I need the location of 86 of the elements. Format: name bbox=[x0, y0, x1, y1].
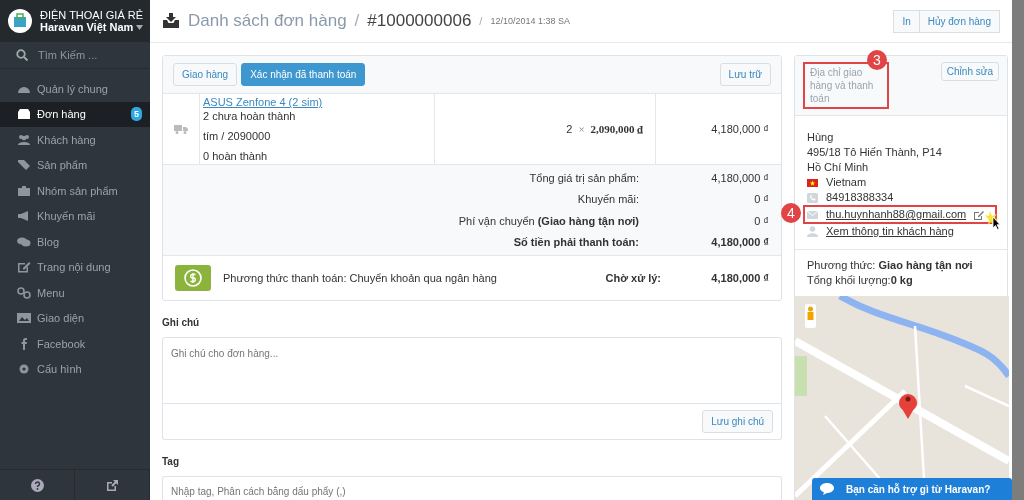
total-weight: Tổng khối lượng:0 kg bbox=[807, 273, 914, 288]
fulfilled-count: 0 hoàn thành bbox=[203, 150, 269, 162]
flag-icon bbox=[807, 178, 818, 187]
summary-value: 0 ₫ bbox=[753, 214, 769, 227]
sidebar-item[interactable]: Khuyến mãi bbox=[0, 203, 150, 229]
link-icon bbox=[17, 286, 31, 299]
multiply-sign: × bbox=[578, 123, 585, 135]
store-name: ĐIỆN THOẠI GIÁ RẺ bbox=[40, 9, 144, 21]
summary-label: Khuyến mãi: bbox=[577, 193, 639, 206]
summary-value: 4,180,000 ₫ bbox=[710, 236, 769, 249]
edit-button[interactable]: Chỉnh sửa bbox=[940, 62, 999, 81]
megaphone-icon bbox=[17, 210, 31, 223]
archive-button[interactable]: Lưu trữ bbox=[719, 63, 771, 86]
sidebar-item[interactable]: Đơn hàng 5 bbox=[0, 101, 150, 127]
sidebar-item[interactable]: Cấu hình bbox=[0, 356, 150, 382]
unit-price: 2,090,000 ₫ bbox=[590, 123, 643, 135]
image-icon bbox=[17, 312, 31, 325]
quantity: 2 bbox=[566, 123, 573, 135]
payment-status: Chờ xử lý: bbox=[605, 272, 661, 284]
sidebar-item[interactable]: Menu bbox=[0, 280, 150, 306]
briefcase-icon bbox=[17, 184, 31, 197]
edit-icon bbox=[17, 261, 31, 274]
envelope-icon bbox=[807, 210, 818, 219]
breadcrumb-separator: / bbox=[354, 11, 360, 31]
save-notes-button[interactable]: Lưu ghi chú bbox=[702, 410, 773, 433]
email-link[interactable]: thu.huynhanh88@gmail.com bbox=[826, 207, 967, 222]
settings-icon bbox=[17, 363, 31, 376]
customer-name: Hùng bbox=[807, 130, 835, 145]
header-button[interactable]: Hủy đơn hàng bbox=[918, 9, 1000, 33]
external-link-icon bbox=[105, 478, 119, 492]
payment-amount: 4,180,000 ₫ bbox=[710, 272, 769, 284]
sidebar-item[interactable]: Trang nội dung bbox=[0, 254, 150, 280]
sidebar-item[interactable]: Sản phẩm bbox=[0, 152, 150, 178]
sidebar-item[interactable]: Khách hàng bbox=[0, 127, 150, 153]
summary-label: Số tiền phải thanh toán: bbox=[513, 236, 639, 249]
count-badge: 5 bbox=[131, 107, 142, 122]
sidebar-item[interactable]: Facebook bbox=[0, 331, 150, 357]
tags-field[interactable]: Nhập tag, Phân cách bằng dấu phẩy (,) bbox=[162, 476, 782, 500]
payment-method: Phương thức thanh toán: Chuyển khoản qua ngân hàng bbox=[223, 272, 498, 284]
sidebar-search-field[interactable]: Tìm Kiếm ... bbox=[36, 48, 150, 62]
users-icon bbox=[17, 133, 31, 146]
sidebar-item[interactable]: Blog bbox=[0, 229, 150, 255]
sidebar-item[interactable]: Quản lý chung bbox=[0, 76, 150, 102]
summary-label: Phí vận chuyển (Giao hàng tận nơi) bbox=[458, 214, 639, 227]
order-date: 12/10/2014 1:38 SA bbox=[490, 16, 570, 26]
summary-label: Tổng giá trị sản phẩm: bbox=[529, 171, 639, 184]
notes-heading: Ghi chú bbox=[162, 317, 201, 328]
line-total: 4,180,000 ₫ bbox=[710, 122, 770, 137]
confirm-payment-button[interactable]: Xác nhận đã thanh toán bbox=[241, 63, 366, 86]
order-number: #1000000006 bbox=[367, 11, 472, 31]
header-button[interactable]: In bbox=[893, 9, 920, 33]
shipping-method: Phương thức: Giao hàng tận nơi bbox=[807, 258, 974, 273]
phone-number: 84918388334 bbox=[826, 190, 894, 205]
product-link[interactable]: ASUS Zenfone 4 (2 sim) bbox=[203, 96, 431, 108]
edit-icon[interactable] bbox=[974, 209, 985, 220]
money-icon bbox=[175, 265, 211, 291]
support-chat-button[interactable]: Bạn cần hỗ trợ gì từ Haravan? bbox=[812, 478, 1012, 500]
customer-link[interactable]: Xem thông tin khách hàng bbox=[826, 224, 954, 239]
speech-bubbles-icon bbox=[17, 235, 31, 248]
account-switcher[interactable]: Haravan Việt Nam bbox=[40, 21, 144, 33]
street-address: 495/18 Tô Hiến Thành, P14 bbox=[807, 145, 943, 160]
fulfill-button[interactable]: Giao hàng bbox=[173, 63, 238, 86]
inbox-download-icon bbox=[162, 13, 180, 29]
summary-value: 4,180,000 ₫ bbox=[710, 171, 769, 184]
city: Hồ Chí Minh bbox=[807, 160, 870, 175]
store-logo-icon bbox=[8, 9, 32, 33]
tag-icon bbox=[17, 159, 31, 172]
summary-value: 0 ₫ bbox=[753, 193, 769, 206]
country: Vietnam bbox=[826, 175, 867, 190]
notes-field[interactable]: Ghi chú cho đơn hàng... bbox=[162, 337, 782, 404]
unfulfilled-count: 2 chưa hoàn thành bbox=[203, 110, 297, 122]
variant-text: tím / 2090000 bbox=[203, 130, 272, 142]
sidebar-item[interactable]: Nhóm sản phẩm bbox=[0, 178, 150, 204]
search-icon bbox=[16, 49, 28, 61]
help-icon bbox=[30, 478, 44, 492]
breadcrumb-separator: / bbox=[479, 15, 483, 27]
truck-icon bbox=[174, 124, 188, 134]
chat-icon bbox=[820, 483, 834, 495]
caret-icon bbox=[136, 24, 144, 30]
person-icon bbox=[807, 226, 818, 237]
phone-icon bbox=[807, 192, 818, 203]
annotation-badge: 4 bbox=[781, 203, 801, 223]
inbox-icon bbox=[17, 108, 31, 121]
tags-heading: Tag bbox=[162, 456, 181, 467]
sidebar-item[interactable]: Giao diện bbox=[0, 305, 150, 331]
breadcrumb-link[interactable]: Danh sách đơn hàng bbox=[188, 11, 347, 31]
